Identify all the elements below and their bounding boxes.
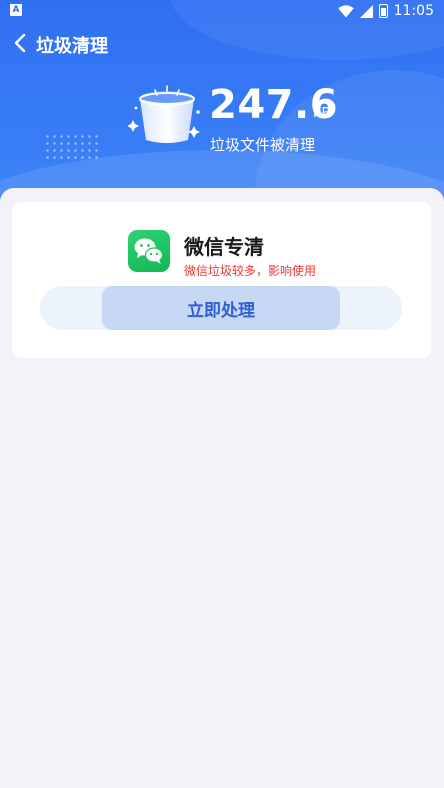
- wechat-icon: [128, 230, 170, 272]
- title-bar: 垃圾清理: [0, 28, 444, 60]
- back-arrow-icon[interactable]: [10, 32, 32, 54]
- status-bar: A 11:05: [0, 0, 444, 22]
- action-button-track: 立即处理: [40, 286, 402, 330]
- dot-pattern-decoration: [44, 133, 100, 159]
- battery-icon: [378, 4, 388, 18]
- wifi-icon: [337, 4, 354, 17]
- status-icons: 11:05: [337, 2, 434, 20]
- status-time: 11:05: [393, 3, 434, 19]
- cleaned-size-unit: KB: [313, 106, 331, 121]
- cleaned-size-label: 垃圾文件被清理: [210, 136, 316, 154]
- trash-bucket-icon: [128, 85, 200, 143]
- wechat-clean-card: 微信专清 微信垃圾较多，影响使用 立即处理: [12, 202, 431, 358]
- app-name: 微信专清: [184, 235, 264, 259]
- page-title: 垃圾清理: [36, 36, 108, 57]
- clean-now-button[interactable]: 立即处理: [102, 286, 340, 330]
- cleaned-size-value: 247.6: [209, 82, 339, 128]
- app-warning-text: 微信垃圾较多，影响使用: [184, 264, 317, 278]
- cell-signal-icon: [359, 4, 373, 18]
- notification-badge: A: [10, 4, 22, 16]
